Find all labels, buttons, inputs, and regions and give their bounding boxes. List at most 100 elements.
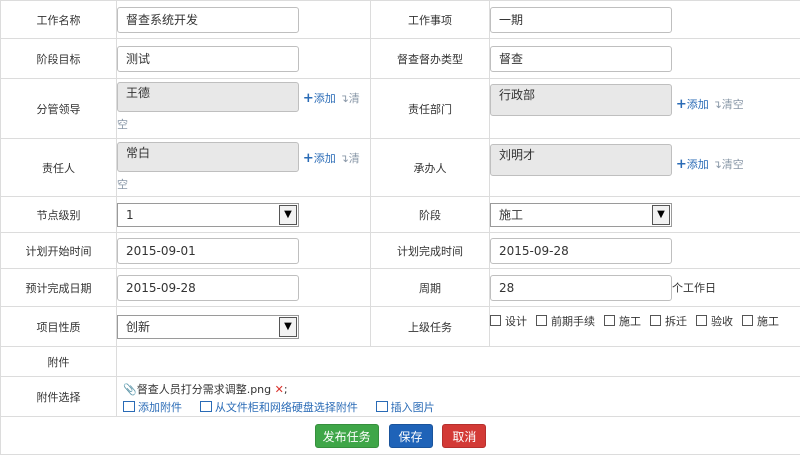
period-label: 周期 (370, 268, 490, 307)
owner-add-link[interactable]: 添加 (314, 152, 336, 165)
form-row: 计划开始时间 2015-09-01 计划完成时间 2015-09-28 (0, 232, 800, 269)
nature-label: 项目性质 (0, 306, 117, 347)
chevron-down-icon[interactable]: ▼ (652, 204, 670, 225)
owner-clear-link[interactable]: 清 (349, 152, 360, 165)
plan-end-input[interactable]: 2015-09-28 (490, 237, 672, 264)
owner-input[interactable]: 常白 (117, 142, 299, 172)
dept-label: 责任部门 (370, 78, 490, 139)
stage-select[interactable]: 施工 ▼ (490, 202, 672, 227)
work-name-input[interactable]: 督查系统开发 (117, 6, 299, 33)
checkbox[interactable] (536, 315, 547, 326)
parent-task-option[interactable]: 施工 (742, 315, 779, 328)
form-row: 预计完成日期 2015-09-28 周期 28 个工作日 (0, 268, 800, 307)
task-form: 工作名称 督查系统开发 工作事项 一期 阶段目标 测试 督查督办类型 督查 分管… (0, 0, 800, 455)
attachment-select-label: 附件选择 (0, 376, 117, 417)
work-item-input[interactable]: 一期 (490, 6, 672, 33)
delete-file-icon[interactable]: ✕ (275, 383, 284, 396)
est-end-label: 预计完成日期 (0, 268, 117, 307)
parent-task-label: 上级任务 (370, 306, 490, 347)
chevron-down-icon[interactable]: ▼ (279, 316, 297, 337)
handler-clear-link[interactable]: 清空 (722, 158, 744, 171)
stage-goal-label: 阶段目标 (0, 38, 117, 79)
add-icon: + (302, 91, 314, 106)
parent-task-option[interactable]: 前期手续 (536, 315, 595, 328)
node-level-value: 1 (126, 207, 134, 222)
option-label: 前期手续 (551, 315, 595, 328)
handler-label: 承办人 (370, 138, 490, 197)
clear-icon: ↴ (712, 158, 722, 171)
form-row: 附件选择 📎督查人员打分需求调整.png ✕; 添加附件 从文件柜和网络硬盘选择… (0, 376, 800, 417)
file-separator: ; (283, 383, 288, 396)
form-row: 阶段目标 测试 督查督办类型 督查 (0, 38, 800, 79)
leader-label: 分管领导 (0, 78, 117, 139)
est-end-input[interactable]: 2015-09-28 (117, 274, 299, 301)
add-icon: + (675, 157, 687, 172)
option-label: 施工 (757, 315, 779, 328)
clear-icon: ↴ (712, 98, 722, 111)
checkbox[interactable] (490, 315, 501, 326)
cancel-button[interactable]: 取消 (442, 423, 487, 448)
handler-input[interactable]: 刘明才 (490, 144, 672, 176)
stage-value: 施工 (499, 207, 524, 222)
form-row: 责任人 常白 +添加 ↴清 空 承办人 刘明才 +添加 ↴清空 (0, 138, 800, 197)
stage-label: 阶段 (370, 196, 490, 233)
dept-add-link[interactable]: 添加 (687, 98, 709, 111)
clear-icon: ↴ (339, 92, 349, 105)
insert-image-link[interactable]: 插入图片 (391, 401, 435, 414)
nature-select[interactable]: 创新 ▼ (117, 314, 299, 339)
stage-goal-input[interactable]: 测试 (117, 45, 299, 72)
checkbox[interactable] (742, 315, 753, 326)
plan-start-label: 计划开始时间 (0, 232, 117, 269)
dept-input[interactable]: 行政部 (490, 84, 672, 116)
form-row: 工作名称 督查系统开发 工作事项 一期 (0, 0, 800, 39)
form-row: 项目性质 创新 ▼ 上级任务 设计 前期手续 施工 拆迁 验收 施工 (0, 306, 800, 347)
parent-task-option[interactable]: 拆迁 (650, 315, 687, 328)
checkbox[interactable] (696, 315, 707, 326)
form-row: 分管领导 王德 +添加 ↴清 空 责任部门 行政部 +添加 ↴清空 (0, 78, 800, 139)
option-label: 设计 (505, 315, 527, 328)
nature-value: 创新 (126, 319, 151, 334)
parent-task-option[interactable]: 验收 (696, 315, 733, 328)
plan-end-label: 计划完成时间 (370, 232, 490, 269)
owner-clear-link-wrap[interactable]: 空 (117, 176, 370, 192)
leader-add-link[interactable]: 添加 (314, 92, 336, 105)
paperclip-icon: 📎 (123, 383, 137, 396)
save-button[interactable]: 保存 (388, 423, 433, 448)
period-unit: 个工作日 (672, 281, 716, 294)
leader-clear-link[interactable]: 清 (349, 92, 360, 105)
parent-task-option[interactable]: 设计 (490, 315, 527, 328)
handler-add-link[interactable]: 添加 (687, 158, 709, 171)
attachment-cell (116, 346, 800, 377)
attachment-label: 附件 (0, 346, 117, 377)
chevron-down-icon[interactable]: ▼ (279, 204, 297, 225)
clear-icon: ↴ (339, 152, 349, 165)
add-icon: + (675, 97, 687, 112)
insert-image-icon (375, 401, 388, 412)
select-from-cabinet-link[interactable]: 从文件柜和网络硬盘选择附件 (215, 401, 358, 414)
add-icon: + (302, 151, 314, 166)
period-input[interactable]: 28 (490, 274, 672, 301)
work-name-label: 工作名称 (0, 0, 117, 39)
checkbox[interactable] (604, 315, 615, 326)
form-row: 附件 (0, 346, 800, 377)
plan-start-input[interactable]: 2015-09-01 (117, 237, 299, 264)
dept-clear-link[interactable]: 清空 (722, 98, 744, 111)
leader-input[interactable]: 王德 (117, 82, 299, 112)
publish-task-button[interactable]: 发布任务 (314, 423, 379, 448)
file-cabinet-icon (199, 401, 212, 412)
attached-file-name[interactable]: 督查人员打分需求调整.png (137, 383, 271, 396)
work-item-label: 工作事项 (370, 0, 490, 39)
form-row: 发布任务 保存 取消 (0, 416, 800, 455)
leader-clear-link-wrap[interactable]: 空 (117, 116, 370, 132)
option-label: 拆迁 (665, 315, 687, 328)
node-level-select[interactable]: 1 ▼ (117, 202, 299, 227)
supervise-type-input[interactable]: 督查 (490, 45, 672, 72)
checkbox[interactable] (650, 315, 661, 326)
parent-task-option[interactable]: 施工 (604, 315, 641, 328)
supervise-type-label: 督查督办类型 (370, 38, 490, 79)
node-level-label: 节点级别 (0, 196, 117, 233)
add-attachment-link[interactable]: 添加附件 (138, 401, 182, 414)
form-row: 节点级别 1 ▼ 阶段 施工 ▼ (0, 196, 800, 233)
button-bar: 发布任务 保存 取消 (0, 416, 800, 455)
add-attachment-icon (123, 401, 135, 412)
